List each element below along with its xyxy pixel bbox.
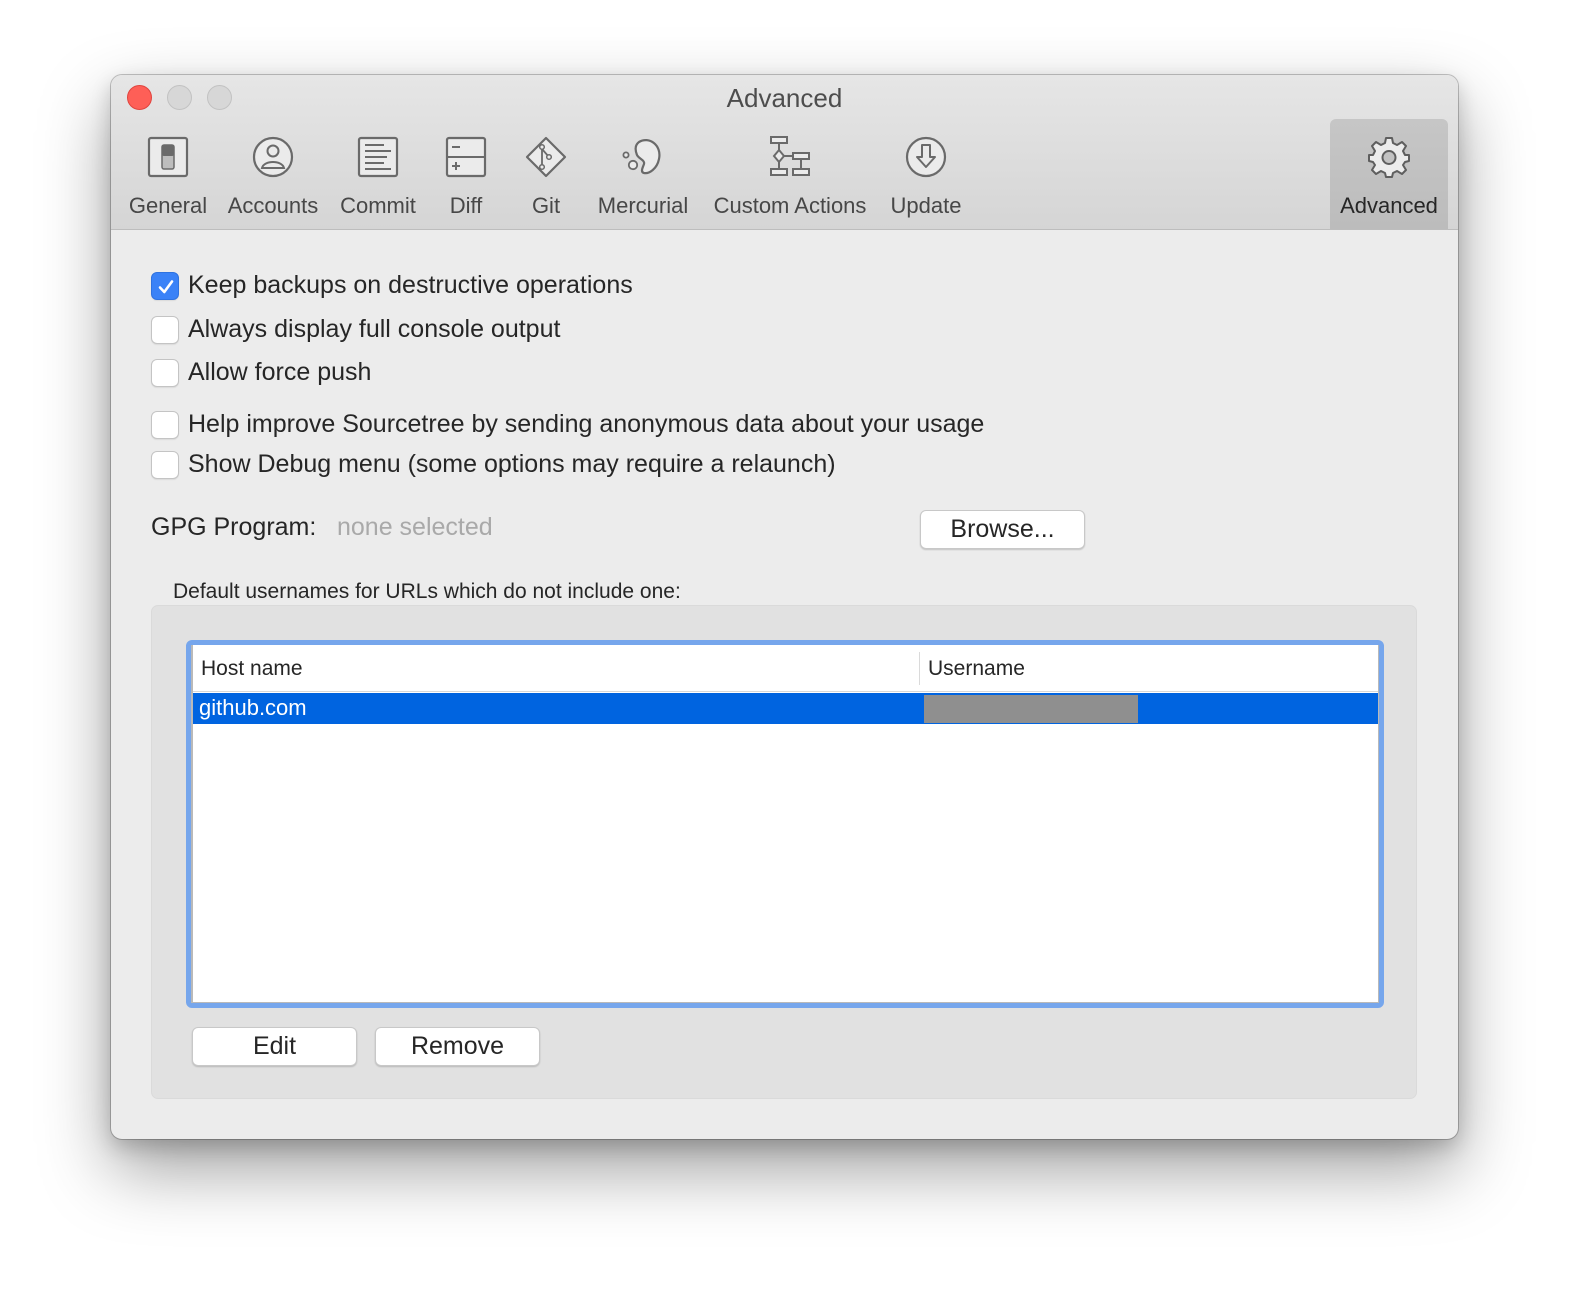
edit-button[interactable]: Edit (192, 1027, 357, 1066)
column-header-host-name[interactable]: Host name (201, 657, 303, 681)
preferences-window: Advanced General Accounts Commit Diff Gi… (111, 75, 1458, 1139)
gear-icon (1368, 137, 1410, 178)
tab-accounts[interactable]: Accounts (223, 119, 323, 229)
download-arrow-icon (905, 136, 947, 178)
tab-label: Custom Actions (713, 193, 867, 218)
default-usernames-group: Host name Username github.com Edit Remov… (151, 605, 1417, 1099)
browse-button[interactable]: Browse... (920, 510, 1085, 549)
column-divider[interactable] (919, 652, 920, 685)
tab-general[interactable]: General (123, 119, 213, 229)
checkbox[interactable] (151, 450, 179, 479)
checkbox[interactable] (151, 315, 179, 344)
table-row-selected[interactable]: github.com (193, 693, 1378, 724)
title-bar: Advanced General Accounts Commit Diff Gi… (111, 75, 1458, 230)
option-label: Always display full console output (188, 315, 561, 343)
checkmark-icon (158, 279, 174, 293)
checkbox[interactable] (151, 410, 179, 439)
tab-label: Diff (449, 193, 483, 218)
option-anonymous-usage-data[interactable]: Help improve Sourcetree by sending anony… (151, 410, 984, 439)
option-label: Help improve Sourcetree by sending anony… (188, 410, 985, 438)
tab-label: Commit (340, 193, 416, 218)
switch-icon (147, 136, 189, 178)
tab-label: Advanced (1340, 193, 1438, 218)
git-diamond-icon (525, 136, 567, 178)
flowchart-icon (770, 136, 810, 176)
tab-commit[interactable]: Commit (333, 119, 423, 229)
document-lines-icon (357, 136, 399, 178)
tab-label: Git (531, 193, 561, 218)
column-header-username[interactable]: Username (928, 657, 1025, 681)
cell-username-redacted (924, 695, 1138, 723)
default-usernames-label: Default usernames for URLs which do not … (173, 580, 681, 603)
option-show-debug-menu[interactable]: Show Debug menu (some options may requir… (151, 450, 836, 479)
gpg-program-label: GPG Program: (151, 513, 317, 541)
checkbox[interactable] (151, 358, 179, 387)
mercurial-icon (622, 139, 661, 175)
tab-custom-actions[interactable]: Custom Actions (705, 119, 875, 229)
remove-button[interactable]: Remove (375, 1027, 540, 1066)
diff-icon (445, 136, 487, 178)
table-header: Host name Username (193, 645, 1378, 692)
tab-mercurial[interactable]: Mercurial (591, 119, 695, 229)
option-allow-force-push[interactable]: Allow force push (151, 358, 371, 387)
tab-label: General (128, 193, 208, 218)
gpg-program-value: none selected (337, 513, 493, 541)
option-full-console-output[interactable]: Always display full console output (151, 315, 560, 344)
tab-git[interactable]: Git (511, 119, 581, 229)
person-circle-icon (252, 136, 294, 178)
option-label: Keep backups on destructive operations (188, 271, 633, 299)
usernames-table[interactable]: Host name Username github.com (186, 640, 1384, 1008)
checkbox-checked[interactable] (151, 271, 179, 300)
tab-update[interactable]: Update (885, 119, 967, 229)
option-keep-backups[interactable]: Keep backups on destructive operations (151, 271, 633, 300)
tab-label: Accounts (227, 193, 319, 218)
tab-label: Update (890, 193, 962, 218)
option-label: Show Debug menu (some options may requir… (188, 450, 836, 478)
cell-host-name: github.com (199, 695, 307, 720)
tab-label: Mercurial (597, 193, 689, 218)
option-label: Allow force push (188, 358, 372, 386)
tab-diff[interactable]: Diff (431, 119, 501, 229)
window-title: Advanced (726, 83, 843, 113)
tab-advanced[interactable]: Advanced (1330, 119, 1448, 229)
